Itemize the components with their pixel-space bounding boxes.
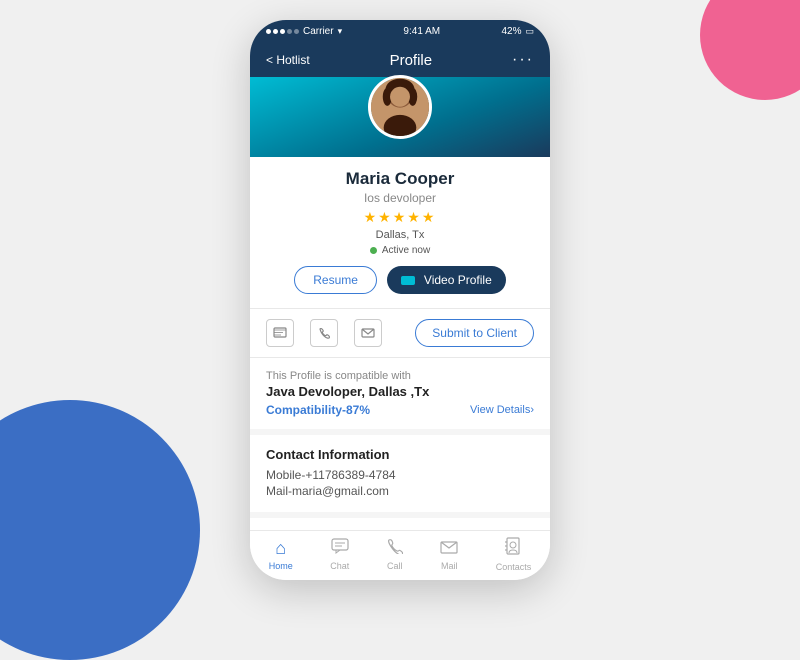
battery-percent: 42% [501, 26, 521, 37]
home-icon: ⌂ [275, 538, 286, 559]
blue-background-shape [0, 400, 200, 660]
compat-label: Compatibility- [266, 403, 346, 417]
status-right: 42% ▭ [501, 26, 534, 37]
active-status: Active now [370, 245, 430, 256]
nav-item-contacts[interactable]: Contacts [496, 537, 532, 572]
profile-role: Ios devoloper [364, 191, 436, 205]
profile-name: Maria Cooper [250, 165, 550, 189]
avatar [368, 75, 432, 139]
phone-icon-button[interactable] [310, 319, 338, 347]
compat-value: 87% [346, 403, 370, 417]
active-dot [370, 247, 377, 254]
profile-header [250, 77, 550, 157]
mail-value: maria@gmail.com [292, 484, 389, 498]
back-button[interactable]: < Hotlist [266, 53, 310, 67]
compat-job: Java Devoloper, Dallas ,Tx [266, 384, 534, 399]
email-icon-button[interactable] [354, 319, 382, 347]
battery-icon: ▭ [525, 26, 534, 37]
resume-button[interactable]: Resume [294, 266, 377, 294]
nav-item-call[interactable]: Call [387, 538, 403, 571]
video-profile-label: Video Profile [424, 273, 492, 287]
carrier-label: Carrier [303, 26, 334, 37]
avatar-image [371, 78, 429, 136]
dot-3 [280, 29, 285, 34]
status-left: Carrier ▾ [266, 26, 342, 37]
mobile-line: Mobile-+11786389-4784 [266, 468, 534, 482]
status-bar: Carrier ▾ 9:41 AM 42% ▭ [250, 20, 550, 43]
rating-stars: ★★★★★ [364, 209, 437, 226]
chat-label: Chat [330, 561, 349, 571]
view-details-link[interactable]: View Details› [470, 404, 534, 416]
profile-card: Maria Cooper Ios devoloper ★★★★★ Dallas,… [250, 157, 550, 308]
profile-buttons: Resume Video Profile [294, 266, 506, 294]
mail-line: Mail-maria@gmail.com [266, 484, 534, 498]
home-label: Home [269, 561, 293, 571]
dot-1 [266, 29, 271, 34]
contact-section-title: Contact Information [266, 447, 534, 462]
mail-icon [440, 538, 458, 559]
bottom-nav: ⌂ Home Chat Call [250, 530, 550, 580]
action-icons [266, 319, 382, 347]
nav-bar: < Hotlist Profile ··· [250, 43, 550, 77]
nav-item-mail[interactable]: Mail [440, 538, 458, 571]
compat-intro: This Profile is compatible with [266, 370, 534, 382]
profile-location: Dallas, Tx [376, 229, 425, 241]
contacts-label: Contacts [496, 562, 532, 572]
call-label: Call [387, 561, 403, 571]
dot-2 [273, 29, 278, 34]
signal-dots [266, 29, 299, 34]
mail-label: Mail- [266, 484, 292, 498]
video-profile-button[interactable]: Video Profile [387, 266, 506, 294]
contact-card: Contact Information Mobile-+11786389-478… [250, 435, 550, 512]
pink-background-shape [700, 0, 800, 100]
dot-5 [294, 29, 299, 34]
page-title: Profile [390, 52, 433, 69]
time-display: 9:41 AM [403, 26, 440, 37]
contacts-icon [505, 537, 521, 560]
nav-item-chat[interactable]: Chat [330, 538, 349, 571]
chat-icon [331, 538, 349, 559]
more-options-button[interactable]: ··· [512, 51, 534, 69]
tech-card: Tech Category Java Application Devoloper [250, 518, 550, 530]
mail-label: Mail [441, 561, 458, 571]
action-bar: Submit to Client [250, 308, 550, 358]
nav-item-home[interactable]: ⌂ Home [269, 538, 293, 571]
dot-4 [287, 29, 292, 34]
compatibility-card: This Profile is compatible with Java Dev… [250, 358, 550, 429]
wifi-icon: ▾ [338, 26, 343, 37]
phone-frame: Carrier ▾ 9:41 AM 42% ▭ < Hotlist Profil… [250, 20, 550, 580]
call-icon [387, 538, 403, 559]
active-label: Active now [382, 245, 430, 256]
compat-row: Compatibility-87% View Details› [266, 403, 534, 417]
content-area: This Profile is compatible with Java Dev… [250, 358, 550, 530]
submit-to-client-button[interactable]: Submit to Client [415, 319, 534, 347]
mobile-value: +11786389-4784 [305, 468, 395, 482]
mobile-label: Mobile- [266, 468, 305, 482]
compat-percent: Compatibility-87% [266, 403, 370, 417]
message-icon-button[interactable] [266, 319, 294, 347]
